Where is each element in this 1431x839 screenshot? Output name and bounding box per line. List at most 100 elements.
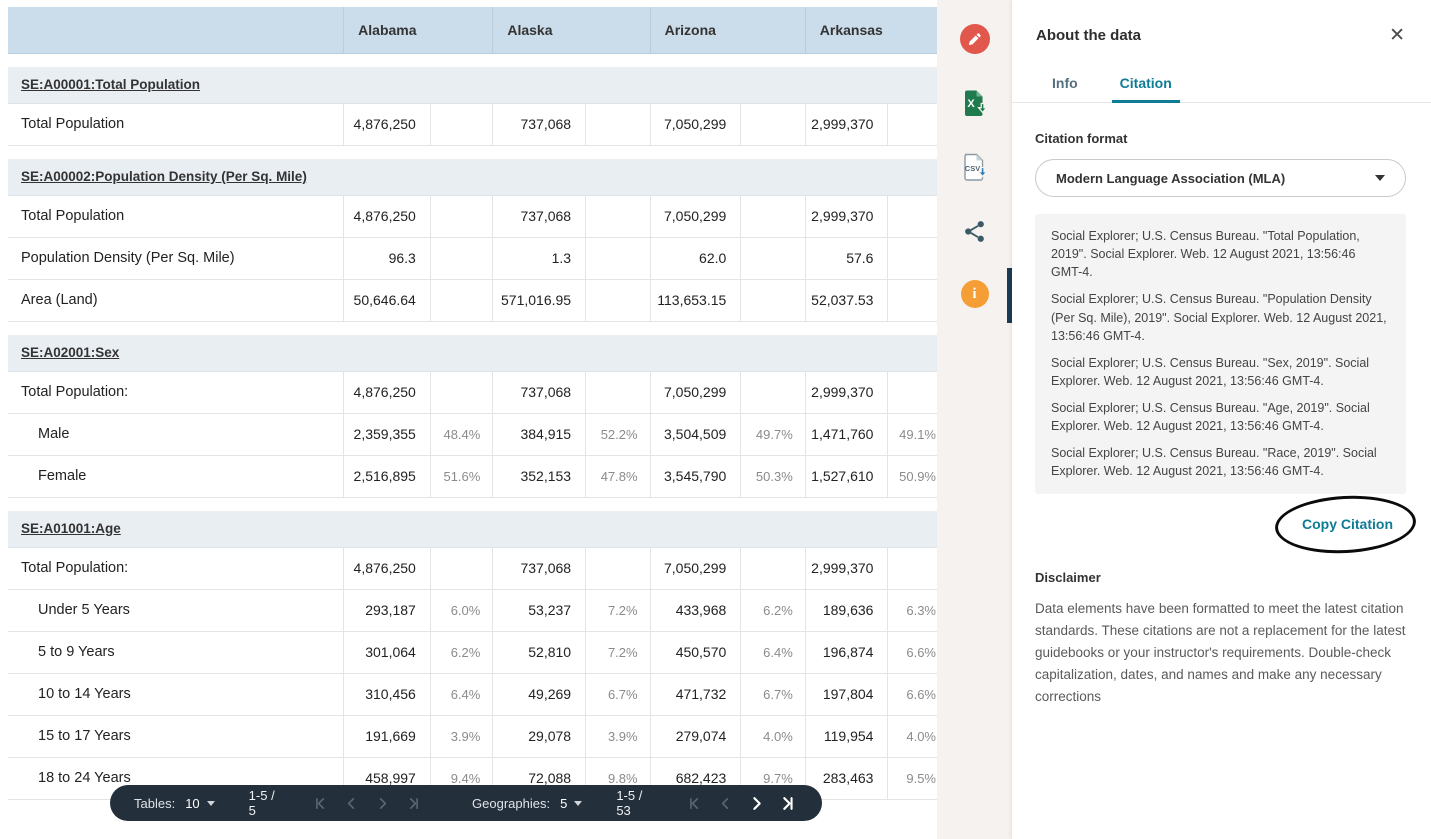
column-header-arizona[interactable]: Arizona <box>650 7 806 54</box>
tables-range: 1-5 / 5 <box>248 788 275 818</box>
cell-percent: 4.0% <box>740 715 806 758</box>
section-header-row: SE:A02001:Sex <box>8 335 937 372</box>
export-csv-button[interactable]: CSV <box>960 152 990 182</box>
citation-format-value: Modern Language Association (MLA) <box>1056 170 1286 186</box>
table-row: Total Population: 4,876,250 737,068 7,050,2… <box>8 371 937 414</box>
tables-next-page-button[interactable] <box>371 792 393 814</box>
cell-percent: 52.2% <box>585 413 651 456</box>
table-row: Female 2,516,895 51.6% 352,153 47.8% 3,545,79… <box>8 455 937 498</box>
section-gap <box>8 145 937 159</box>
cell-value: 1.3 <box>492 237 587 280</box>
share-icon <box>965 220 984 242</box>
cell-percent: 9.5% <box>887 757 937 800</box>
cell-value: 62.0 <box>650 237 742 280</box>
cell-value: 3,504,509 <box>650 413 742 456</box>
table-row: Area (Land) 50,646.64 571,016.95 113,653.15… <box>8 279 937 322</box>
copy-citation-button[interactable]: Copy Citation <box>1302 516 1393 532</box>
cell-percent: 3.9% <box>585 715 651 758</box>
table-row: Total Population: 4,876,250 737,068 7,050,2… <box>8 547 937 590</box>
tables-prev-page-button[interactable] <box>340 792 362 814</box>
cell-percent <box>585 195 651 238</box>
cell-percent: 6.6% <box>887 631 937 674</box>
cell-value: 2,999,370 <box>805 103 889 146</box>
geographies-prev-page-button[interactable] <box>714 792 736 814</box>
pagination-bar: Tables: 10 1-5 / 5 Geographies: 5 1-5 / … <box>110 785 822 821</box>
cell-percent <box>740 195 806 238</box>
row-label: 10 to 14 Years <box>8 673 345 716</box>
cell-value: 7,050,299 <box>650 547 742 590</box>
row-label: Male <box>8 413 345 456</box>
tab-citation[interactable]: Citation <box>1111 67 1180 103</box>
cell-value: 471,732 <box>650 673 742 716</box>
cell-percent: 49.7% <box>740 413 806 456</box>
cell-value: 113,653.15 <box>650 279 742 322</box>
section-title-link[interactable]: SE:A02001:Sex <box>21 345 119 360</box>
cell-percent: 6.3% <box>887 589 937 632</box>
row-label: Population Density (Per Sq. Mile) <box>8 237 345 280</box>
cell-value: 191,669 <box>343 715 431 758</box>
svg-text:X: X <box>967 98 975 110</box>
row-label: Area (Land) <box>8 279 345 322</box>
geographies-next-page-button[interactable] <box>745 792 767 814</box>
info-icon: i <box>972 285 977 302</box>
citation-item: Social Explorer; U.S. Census Bureau. "Ra… <box>1051 446 1377 479</box>
geographies-page-size-value: 5 <box>560 795 568 811</box>
section-title-link[interactable]: SE:A01001:Age <box>21 521 121 536</box>
geographies-first-page-button[interactable] <box>683 792 705 814</box>
about-data-panel: About the data ✕ Info Citation Citation … <box>1012 0 1431 839</box>
section-title-link[interactable]: SE:A00002:Population Density (Per Sq. Mi… <box>21 169 307 184</box>
cell-percent <box>740 547 806 590</box>
citation-format-label: Citation format <box>1035 131 1128 146</box>
tables-first-page-button[interactable] <box>309 792 331 814</box>
cell-percent: 6.7% <box>585 673 651 716</box>
cell-percent <box>430 195 494 238</box>
cell-percent <box>430 103 494 146</box>
citation-item: Social Explorer; U.S. Census Bureau. "Po… <box>1051 292 1387 343</box>
disclaimer-text: Data elements have been formatted to mee… <box>1035 600 1406 704</box>
cell-percent <box>585 279 651 322</box>
cell-value: 2,516,895 <box>343 455 431 498</box>
cell-value: 197,804 <box>805 673 889 716</box>
cell-percent <box>740 279 806 322</box>
cell-value: 279,074 <box>650 715 742 758</box>
geographies-last-page-button[interactable] <box>776 792 798 814</box>
table-row: Under 5 Years 293,187 6.0% 53,237 7.2% 433,96… <box>8 589 937 632</box>
tables-last-page-button[interactable] <box>402 792 424 814</box>
cell-percent: 50.3% <box>740 455 806 498</box>
cell-value: 196,874 <box>805 631 889 674</box>
tab-info[interactable]: Info <box>1044 67 1086 102</box>
column-header-arkansas[interactable]: Arkansas <box>805 7 937 54</box>
citation-format-select[interactable]: Modern Language Association (MLA) <box>1035 159 1406 197</box>
cell-percent: 50.9% <box>887 455 937 498</box>
cell-value: 352,153 <box>492 455 587 498</box>
cell-percent <box>430 547 494 590</box>
pencil-icon <box>968 32 981 45</box>
cell-value: 3,545,790 <box>650 455 742 498</box>
cell-value: 57.6 <box>805 237 889 280</box>
side-toolbar: X CSV i <box>937 0 1012 839</box>
cell-value: 293,187 <box>343 589 431 632</box>
column-header-alabama[interactable]: Alabama <box>343 7 494 54</box>
section-gap <box>8 321 937 335</box>
column-header-alaska[interactable]: Alaska <box>492 7 651 54</box>
section-title-link[interactable]: SE:A00001:Total Population <box>21 77 200 92</box>
cell-value: 737,068 <box>492 195 587 238</box>
cell-value: 2,999,370 <box>805 371 889 414</box>
tables-page-size-select[interactable]: 10 <box>185 796 215 811</box>
info-button[interactable]: i <box>960 280 989 308</box>
edit-tool-button[interactable] <box>959 24 990 54</box>
close-icon[interactable]: ✕ <box>1389 26 1405 45</box>
cell-value: 53,237 <box>492 589 587 632</box>
export-excel-button[interactable]: X <box>960 88 990 118</box>
cell-percent <box>887 547 937 590</box>
cell-value: 2,359,355 <box>343 413 431 456</box>
geographies-page-size-select[interactable]: 5 <box>560 795 583 811</box>
cell-value: 52,037.53 <box>805 279 889 322</box>
cell-value: 433,968 <box>650 589 742 632</box>
cell-value: 96.3 <box>343 237 431 280</box>
cell-percent <box>887 371 937 414</box>
cell-value: 189,636 <box>805 589 889 632</box>
share-button[interactable] <box>960 216 990 246</box>
citation-item: Social Explorer; U.S. Census Bureau. "To… <box>1051 229 1360 280</box>
cell-value: 49,269 <box>492 673 587 716</box>
